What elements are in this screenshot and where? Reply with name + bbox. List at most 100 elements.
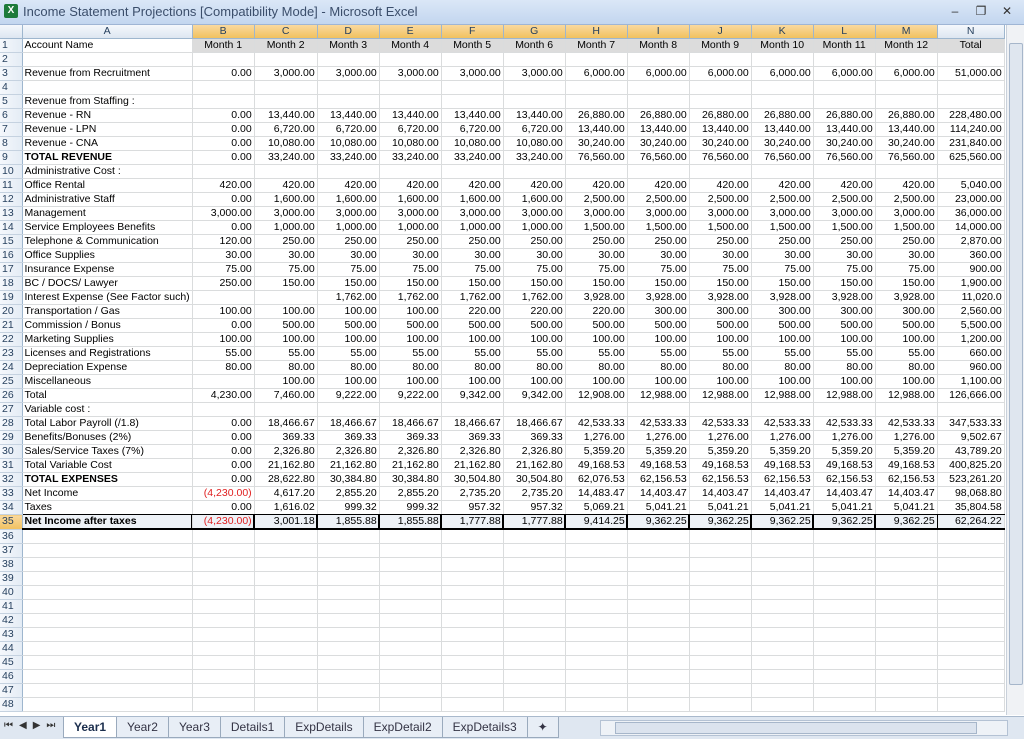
cell[interactable] xyxy=(379,80,442,95)
sheet-tab-expdetails3[interactable]: ExpDetails3 xyxy=(441,717,528,738)
next-sheet-icon[interactable]: ▶ xyxy=(33,720,41,731)
cell[interactable] xyxy=(317,571,380,586)
cell[interactable] xyxy=(379,683,442,698)
cell[interactable] xyxy=(192,683,255,698)
cell[interactable] xyxy=(254,683,318,698)
cell[interactable]: 100.00 xyxy=(254,332,318,347)
cell[interactable]: 7,460.00 xyxy=(254,388,318,403)
cell[interactable]: 30.00 xyxy=(503,248,566,263)
row-header[interactable]: 47 xyxy=(0,683,23,698)
cell[interactable]: 18,466.67 xyxy=(254,416,318,431)
vertical-scrollbar[interactable] xyxy=(1006,25,1024,715)
cell[interactable] xyxy=(689,627,752,642)
cell[interactable]: 80.00 xyxy=(254,360,318,375)
cell[interactable] xyxy=(22,613,193,628)
cell[interactable]: 12,988.00 xyxy=(689,388,752,403)
cell[interactable] xyxy=(379,697,442,712)
scroll-thumb[interactable] xyxy=(1009,43,1023,685)
cell[interactable]: 150.00 xyxy=(751,276,814,291)
cell[interactable]: 369.33 xyxy=(441,430,504,445)
cell[interactable]: 62,156.53 xyxy=(627,472,690,487)
cell[interactable]: 150.00 xyxy=(627,276,690,291)
cell[interactable] xyxy=(503,627,566,642)
cell[interactable]: 30,240.00 xyxy=(875,136,938,151)
cell[interactable]: 30.00 xyxy=(379,248,442,263)
cell[interactable]: 33,240.00 xyxy=(379,150,442,165)
cell[interactable] xyxy=(875,557,938,572)
cell[interactable]: 80.00 xyxy=(192,360,255,375)
cell[interactable] xyxy=(689,557,752,572)
cell[interactable]: 62,076.53 xyxy=(565,472,628,487)
cell[interactable]: 100.00 xyxy=(813,332,876,347)
cell[interactable] xyxy=(317,599,380,614)
cell[interactable]: 13,440.00 xyxy=(689,122,752,137)
cell[interactable]: 960.00 xyxy=(937,360,1005,375)
row-header[interactable]: 1 xyxy=(0,38,23,53)
cell[interactable] xyxy=(379,164,442,179)
cell[interactable]: 9,342.00 xyxy=(441,388,504,403)
cell[interactable]: 1,762.00 xyxy=(317,290,380,305)
cell[interactable] xyxy=(254,571,318,586)
cell[interactable]: 2,500.00 xyxy=(813,192,876,207)
cell[interactable] xyxy=(317,641,380,656)
horizontal-scrollbar[interactable] xyxy=(600,720,1008,736)
row-header[interactable]: 24 xyxy=(0,360,23,375)
cell[interactable]: 18,466.67 xyxy=(503,416,566,431)
row-header[interactable]: 15 xyxy=(0,234,23,249)
row-header[interactable]: 25 xyxy=(0,374,23,389)
cell[interactable] xyxy=(441,80,504,95)
cell[interactable] xyxy=(192,613,255,628)
cell[interactable]: 1,600.00 xyxy=(317,192,380,207)
cell[interactable]: 100.00 xyxy=(751,374,814,389)
cell[interactable]: 500.00 xyxy=(751,318,814,333)
cell[interactable] xyxy=(937,557,1005,572)
cell[interactable] xyxy=(565,402,628,417)
cell[interactable]: 62,156.53 xyxy=(689,472,752,487)
cell[interactable] xyxy=(22,641,193,656)
cell[interactable] xyxy=(751,585,814,600)
cell[interactable] xyxy=(689,80,752,95)
cell[interactable]: 100.00 xyxy=(689,374,752,389)
cell[interactable]: 1,855.88 xyxy=(378,513,443,530)
cell[interactable] xyxy=(254,543,318,558)
column-header-m[interactable]: M xyxy=(875,25,938,39)
cell[interactable]: Variable cost : xyxy=(22,402,193,417)
cell[interactable]: 6,720.00 xyxy=(441,122,504,137)
cell[interactable] xyxy=(875,585,938,600)
cell[interactable]: 1,762.00 xyxy=(379,290,442,305)
cell[interactable]: 300.00 xyxy=(813,304,876,319)
column-header-a[interactable]: A xyxy=(22,25,193,39)
cell[interactable]: 12,988.00 xyxy=(813,388,876,403)
last-sheet-icon[interactable]: ⏭ xyxy=(46,720,55,731)
cell[interactable] xyxy=(317,627,380,642)
cell[interactable]: 500.00 xyxy=(317,318,380,333)
cell[interactable] xyxy=(875,402,938,417)
cell[interactable] xyxy=(751,599,814,614)
cell[interactable]: 14,483.47 xyxy=(565,486,628,501)
cell[interactable]: 1,500.00 xyxy=(813,220,876,235)
cell[interactable]: 500.00 xyxy=(441,318,504,333)
column-header-l[interactable]: L xyxy=(813,25,876,39)
cell[interactable]: 6,720.00 xyxy=(317,122,380,137)
cell[interactable]: 228,480.00 xyxy=(937,108,1005,123)
cell[interactable]: 1,600.00 xyxy=(503,192,566,207)
cell[interactable]: 250.00 xyxy=(813,234,876,249)
cell[interactable] xyxy=(751,627,814,642)
cell[interactable]: 523,261.20 xyxy=(937,472,1005,487)
cell[interactable] xyxy=(192,164,255,179)
cell[interactable] xyxy=(22,529,193,544)
cell[interactable]: Administrative Cost : xyxy=(22,164,193,179)
row-header[interactable]: 37 xyxy=(0,543,23,558)
cell[interactable]: Month 4 xyxy=(379,38,442,53)
cell[interactable]: 21,162.80 xyxy=(503,458,566,473)
cell[interactable] xyxy=(254,585,318,600)
cell[interactable]: 1,000.00 xyxy=(441,220,504,235)
cell[interactable] xyxy=(751,52,814,67)
cell[interactable] xyxy=(254,627,318,642)
cell[interactable] xyxy=(627,599,690,614)
cell[interactable]: 9,362.25 xyxy=(688,513,753,530)
cell[interactable]: 0.00 xyxy=(192,66,255,81)
cell[interactable] xyxy=(192,543,255,558)
cell[interactable] xyxy=(813,557,876,572)
cell[interactable]: 30.00 xyxy=(254,248,318,263)
